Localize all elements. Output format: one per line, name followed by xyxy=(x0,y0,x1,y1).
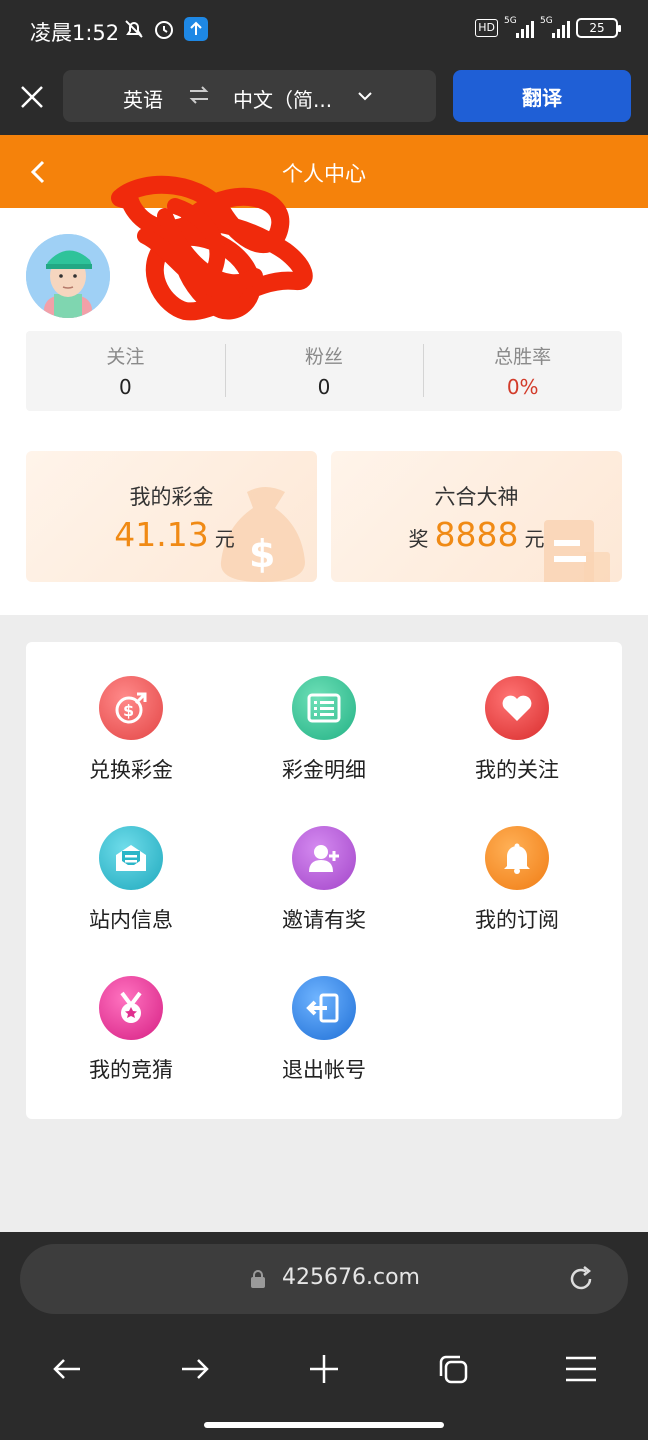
menu-item-guess[interactable]: 我的竞猜 xyxy=(36,976,226,1084)
master-amount: 8888 xyxy=(434,515,519,554)
home-indicator[interactable] xyxy=(204,1422,444,1428)
mute-bell-icon xyxy=(125,20,143,38)
address-bar[interactable]: 425676.com xyxy=(20,1244,628,1314)
medal-icon xyxy=(99,976,163,1040)
list-detail-icon xyxy=(292,676,356,740)
menu-item-invite[interactable]: 邀请有奖 xyxy=(229,826,419,934)
close-icon[interactable] xyxy=(18,83,46,111)
menu-item-exchange[interactable]: $ 兑换彩金 xyxy=(36,676,226,784)
new-tab-icon[interactable] xyxy=(307,1352,341,1386)
balance-unit: 元 xyxy=(214,527,235,551)
menu-item-balance-detail[interactable]: 彩金明细 xyxy=(229,676,419,784)
hd-badge: HD xyxy=(475,19,498,37)
stat-followers[interactable]: 粉丝 0 xyxy=(224,331,424,411)
stat-value: 0% xyxy=(506,375,539,399)
stat-label: 关注 xyxy=(106,346,145,368)
stat-value: 0 xyxy=(317,375,331,399)
back-arrow-icon[interactable] xyxy=(50,1352,84,1386)
signal-1-icon: 5G xyxy=(504,16,534,38)
bell-icon xyxy=(485,826,549,890)
menu-label: 兑换彩金 xyxy=(89,758,173,782)
stat-following[interactable]: 关注 0 xyxy=(26,331,225,411)
balance-value-row: 41.13 元 xyxy=(26,515,317,554)
menu-item-subscriptions[interactable]: 我的订阅 xyxy=(422,826,612,934)
status-indicators: HD 5G 5G 25 xyxy=(475,16,621,38)
stat-label: 粉丝 xyxy=(305,346,344,368)
chevron-down-icon[interactable] xyxy=(356,87,374,105)
mail-icon xyxy=(99,826,163,890)
stats-bar: 关注 0 粉丝 0 总胜率 0% xyxy=(26,331,622,411)
master-prefix: 奖 xyxy=(408,527,429,551)
status-time: 凌晨1:52 xyxy=(30,21,120,45)
balance-amount: 41.13 xyxy=(114,515,209,554)
menu-label: 退出帐号 xyxy=(282,1058,366,1082)
master-title: 六合大神 xyxy=(434,485,519,509)
menu-label: 邀请有奖 xyxy=(282,908,366,932)
alarm-icon xyxy=(155,21,173,39)
master-card[interactable]: 六合大神 奖 8888 元 xyxy=(331,451,622,582)
master-value-row: 奖 8888 元 xyxy=(331,515,622,554)
url-text[interactable]: 425676.com xyxy=(282,1265,420,1290)
status-bar: 凌晨1:52 HD 5G 5G 25 xyxy=(0,0,648,60)
browser-bottom-bar: 425676.com xyxy=(0,1232,648,1440)
exchange-money-icon: $ xyxy=(99,676,163,740)
page-title: 个人中心 xyxy=(282,162,366,186)
profile-section: 关注 0 粉丝 0 总胜率 0% $ 我的彩金 41.13 元 六合大神 奖 8… xyxy=(0,175,648,615)
menu-label: 我的关注 xyxy=(475,758,559,782)
menu-label: 我的竞猜 xyxy=(89,1058,173,1082)
swap-icon[interactable] xyxy=(188,84,210,106)
menu-label: 彩金明细 xyxy=(282,758,366,782)
translate-bar: 英语 中文（简... 翻译 xyxy=(0,60,648,135)
menu-label: 我的订阅 xyxy=(475,908,559,932)
master-unit: 元 xyxy=(524,527,545,551)
source-language[interactable]: 英语 xyxy=(123,84,163,113)
menu-label: 站内信息 xyxy=(89,908,173,932)
menu-grid: $ 兑换彩金 彩金明细 我的关注 站内信息 邀请有奖 我的订阅 我的竞猜 退出帐… xyxy=(26,642,622,1119)
stat-label: 总胜率 xyxy=(494,346,552,368)
svg-text:$: $ xyxy=(123,701,134,720)
menu-icon[interactable] xyxy=(564,1352,598,1386)
tabs-icon[interactable] xyxy=(436,1352,470,1386)
menu-item-following[interactable]: 我的关注 xyxy=(422,676,612,784)
translate-button[interactable]: 翻译 xyxy=(453,70,631,122)
add-user-icon xyxy=(292,826,356,890)
balance-card[interactable]: $ 我的彩金 41.13 元 xyxy=(26,451,317,582)
language-selector[interactable]: 英语 中文（简... xyxy=(63,70,436,122)
battery-icon: 25 xyxy=(576,18,621,38)
lock-icon xyxy=(251,1270,265,1288)
logout-icon xyxy=(292,976,356,1040)
signal-2-icon: 5G xyxy=(540,16,570,38)
stat-win-rate: 总胜率 0% xyxy=(423,331,622,411)
menu-item-logout[interactable]: 退出帐号 xyxy=(229,976,419,1084)
avatar-icon xyxy=(26,234,110,318)
forward-arrow-icon[interactable] xyxy=(178,1352,212,1386)
target-language[interactable]: 中文（简... xyxy=(233,84,332,113)
balance-title: 我的彩金 xyxy=(129,485,214,509)
avatar[interactable] xyxy=(26,234,110,318)
app-notification-icon xyxy=(184,17,208,41)
heart-icon xyxy=(485,676,549,740)
app-header: 个人中心 xyxy=(0,135,648,208)
menu-item-messages[interactable]: 站内信息 xyxy=(36,826,226,934)
reload-icon[interactable] xyxy=(566,1264,596,1294)
stat-value: 0 xyxy=(118,375,132,399)
